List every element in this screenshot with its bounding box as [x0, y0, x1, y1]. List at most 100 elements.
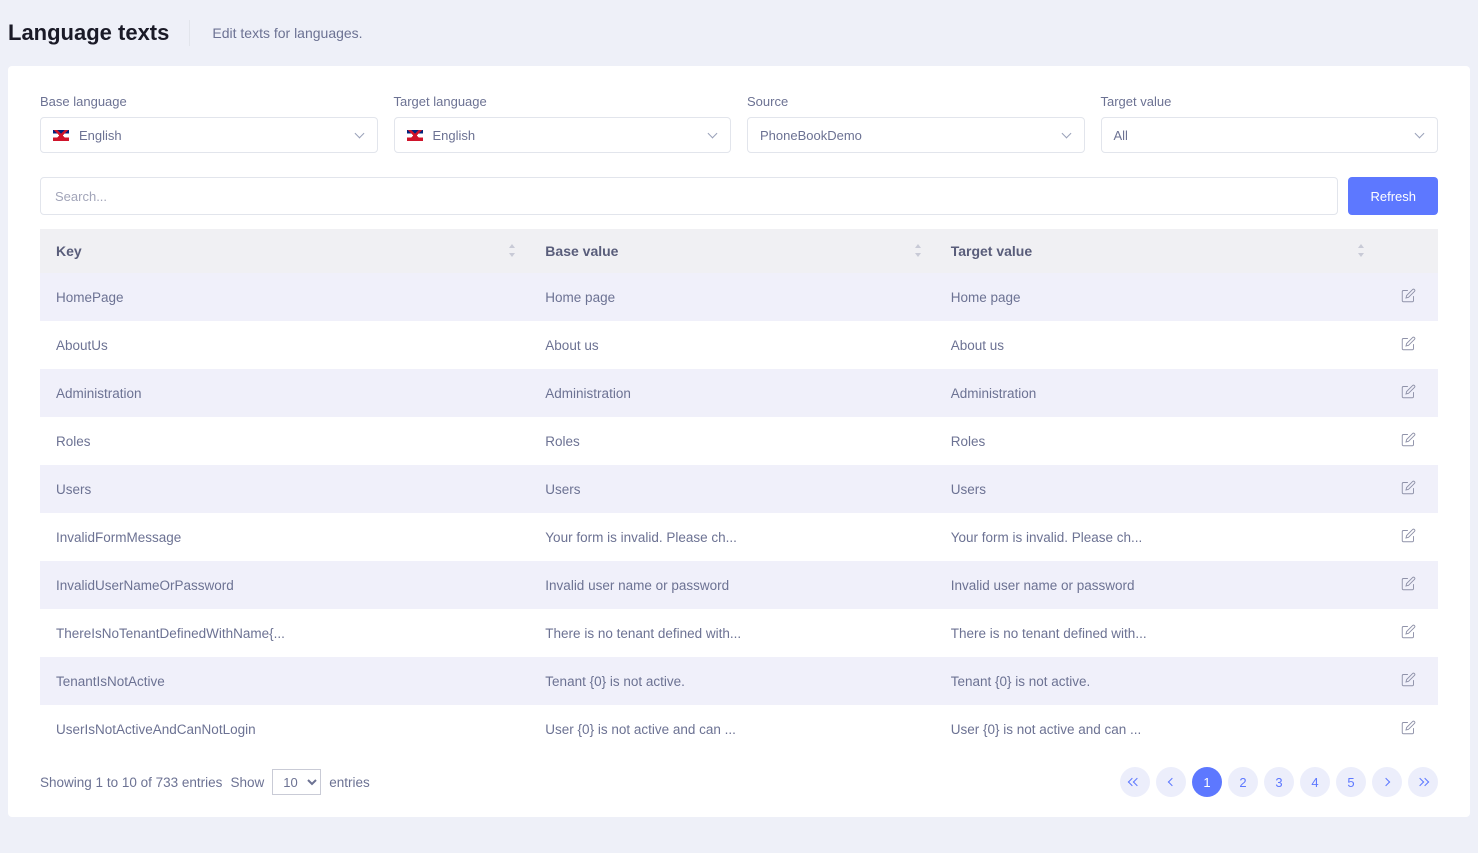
- page-number-button[interactable]: 1: [1192, 767, 1222, 797]
- chevron-double-right-icon: [1417, 778, 1429, 786]
- cell-base: There is no tenant defined with...: [529, 609, 934, 657]
- refresh-button[interactable]: Refresh: [1348, 177, 1438, 215]
- page-prev-button[interactable]: [1156, 767, 1186, 797]
- table-footer: Showing 1 to 10 of 733 entries Show 10 e…: [40, 753, 1438, 797]
- select-value: English: [433, 128, 709, 143]
- page-last-button[interactable]: [1408, 767, 1438, 797]
- col-target-value[interactable]: Target value: [935, 229, 1378, 273]
- cell-base: Administration: [529, 369, 934, 417]
- cell-action: [1378, 465, 1438, 513]
- cell-key: TenantIsNotActive: [40, 657, 529, 705]
- base-language-select[interactable]: English: [40, 117, 378, 153]
- cell-action: [1378, 657, 1438, 705]
- filter-label: Source: [747, 94, 1085, 109]
- table-row: InvalidUserNameOrPasswordInvalid user na…: [40, 561, 1438, 609]
- cell-action: [1378, 705, 1438, 753]
- target-value-select[interactable]: All: [1101, 117, 1439, 153]
- cell-base: Roles: [529, 417, 934, 465]
- cell-target: Invalid user name or password: [935, 561, 1378, 609]
- cell-base: User {0} is not active and can ...: [529, 705, 934, 753]
- col-base-value[interactable]: Base value: [529, 229, 934, 273]
- flag-uk-icon: [53, 130, 69, 141]
- edit-icon[interactable]: [1401, 432, 1416, 447]
- cell-action: [1378, 561, 1438, 609]
- chevron-down-icon: [1062, 130, 1072, 140]
- cell-key: Users: [40, 465, 529, 513]
- search-row: Refresh: [40, 177, 1438, 215]
- cell-target: Tenant {0} is not active.: [935, 657, 1378, 705]
- target-language-select[interactable]: English: [394, 117, 732, 153]
- cell-target: Users: [935, 465, 1378, 513]
- cell-target: There is no tenant defined with...: [935, 609, 1378, 657]
- table-row: RolesRolesRoles: [40, 417, 1438, 465]
- edit-icon[interactable]: [1401, 288, 1416, 303]
- cell-key: UserIsNotActiveAndCanNotLogin: [40, 705, 529, 753]
- cell-base: Your form is invalid. Please ch...: [529, 513, 934, 561]
- page-first-button[interactable]: [1120, 767, 1150, 797]
- edit-icon[interactable]: [1401, 480, 1416, 495]
- chevron-double-left-icon: [1129, 778, 1141, 786]
- chevron-down-icon: [1415, 130, 1425, 140]
- page-number-button[interactable]: 4: [1300, 767, 1330, 797]
- footer-info: Showing 1 to 10 of 733 entries Show 10 e…: [40, 769, 370, 795]
- edit-icon[interactable]: [1401, 384, 1416, 399]
- cell-key: InvalidFormMessage: [40, 513, 529, 561]
- edit-icon[interactable]: [1401, 576, 1416, 591]
- edit-icon[interactable]: [1401, 672, 1416, 687]
- cell-action: [1378, 609, 1438, 657]
- cell-base: Tenant {0} is not active.: [529, 657, 934, 705]
- source-select[interactable]: PhoneBookDemo: [747, 117, 1085, 153]
- col-key[interactable]: Key: [40, 229, 529, 273]
- filter-target-language: Target language English: [394, 94, 732, 153]
- edit-icon[interactable]: [1401, 336, 1416, 351]
- page-length-select[interactable]: 10: [272, 769, 321, 795]
- cell-action: [1378, 369, 1438, 417]
- show-label: Show: [230, 775, 264, 790]
- cell-target: Home page: [935, 273, 1378, 321]
- pagination: 12345: [1120, 767, 1438, 797]
- page-number-button[interactable]: 3: [1264, 767, 1294, 797]
- content-card: Base language English Target language En…: [8, 66, 1470, 817]
- filter-label: Base language: [40, 94, 378, 109]
- cell-action: [1378, 321, 1438, 369]
- table-row: HomePageHome pageHome page: [40, 273, 1438, 321]
- cell-action: [1378, 273, 1438, 321]
- cell-key: ThereIsNoTenantDefinedWithName{...: [40, 609, 529, 657]
- cell-base: Invalid user name or password: [529, 561, 934, 609]
- select-value: PhoneBookDemo: [760, 128, 1062, 143]
- table-row: TenantIsNotActiveTenant {0} is not activ…: [40, 657, 1438, 705]
- cell-target: Administration: [935, 369, 1378, 417]
- filter-label: Target language: [394, 94, 732, 109]
- chevron-down-icon: [708, 130, 718, 140]
- page-number-button[interactable]: 5: [1336, 767, 1366, 797]
- table-row: InvalidFormMessageYour form is invalid. …: [40, 513, 1438, 561]
- cell-action: [1378, 417, 1438, 465]
- cell-base: Users: [529, 465, 934, 513]
- page-number-button[interactable]: 2: [1228, 767, 1258, 797]
- edit-icon[interactable]: [1401, 720, 1416, 735]
- cell-key: AboutUs: [40, 321, 529, 369]
- chevron-left-icon: [1167, 778, 1175, 786]
- filter-label: Target value: [1101, 94, 1439, 109]
- cell-target: Your form is invalid. Please ch...: [935, 513, 1378, 561]
- cell-key: Administration: [40, 369, 529, 417]
- search-input[interactable]: [40, 177, 1338, 215]
- table-row: UsersUsersUsers: [40, 465, 1438, 513]
- chevron-down-icon: [355, 130, 365, 140]
- table-row: UserIsNotActiveAndCanNotLoginUser {0} is…: [40, 705, 1438, 753]
- flag-uk-icon: [407, 130, 423, 141]
- filter-row: Base language English Target language En…: [40, 94, 1438, 153]
- page-next-button[interactable]: [1372, 767, 1402, 797]
- edit-icon[interactable]: [1401, 528, 1416, 543]
- cell-target: User {0} is not active and can ...: [935, 705, 1378, 753]
- cell-action: [1378, 513, 1438, 561]
- cell-base: Home page: [529, 273, 934, 321]
- table-row: ThereIsNoTenantDefinedWithName{...There …: [40, 609, 1438, 657]
- page-title: Language texts: [8, 20, 190, 46]
- filter-source: Source PhoneBookDemo: [747, 94, 1085, 153]
- cell-key: HomePage: [40, 273, 529, 321]
- filter-target-value: Target value All: [1101, 94, 1439, 153]
- edit-icon[interactable]: [1401, 624, 1416, 639]
- entries-info: Showing 1 to 10 of 733 entries: [40, 775, 222, 790]
- page-header: Language texts Edit texts for languages.: [8, 8, 1470, 66]
